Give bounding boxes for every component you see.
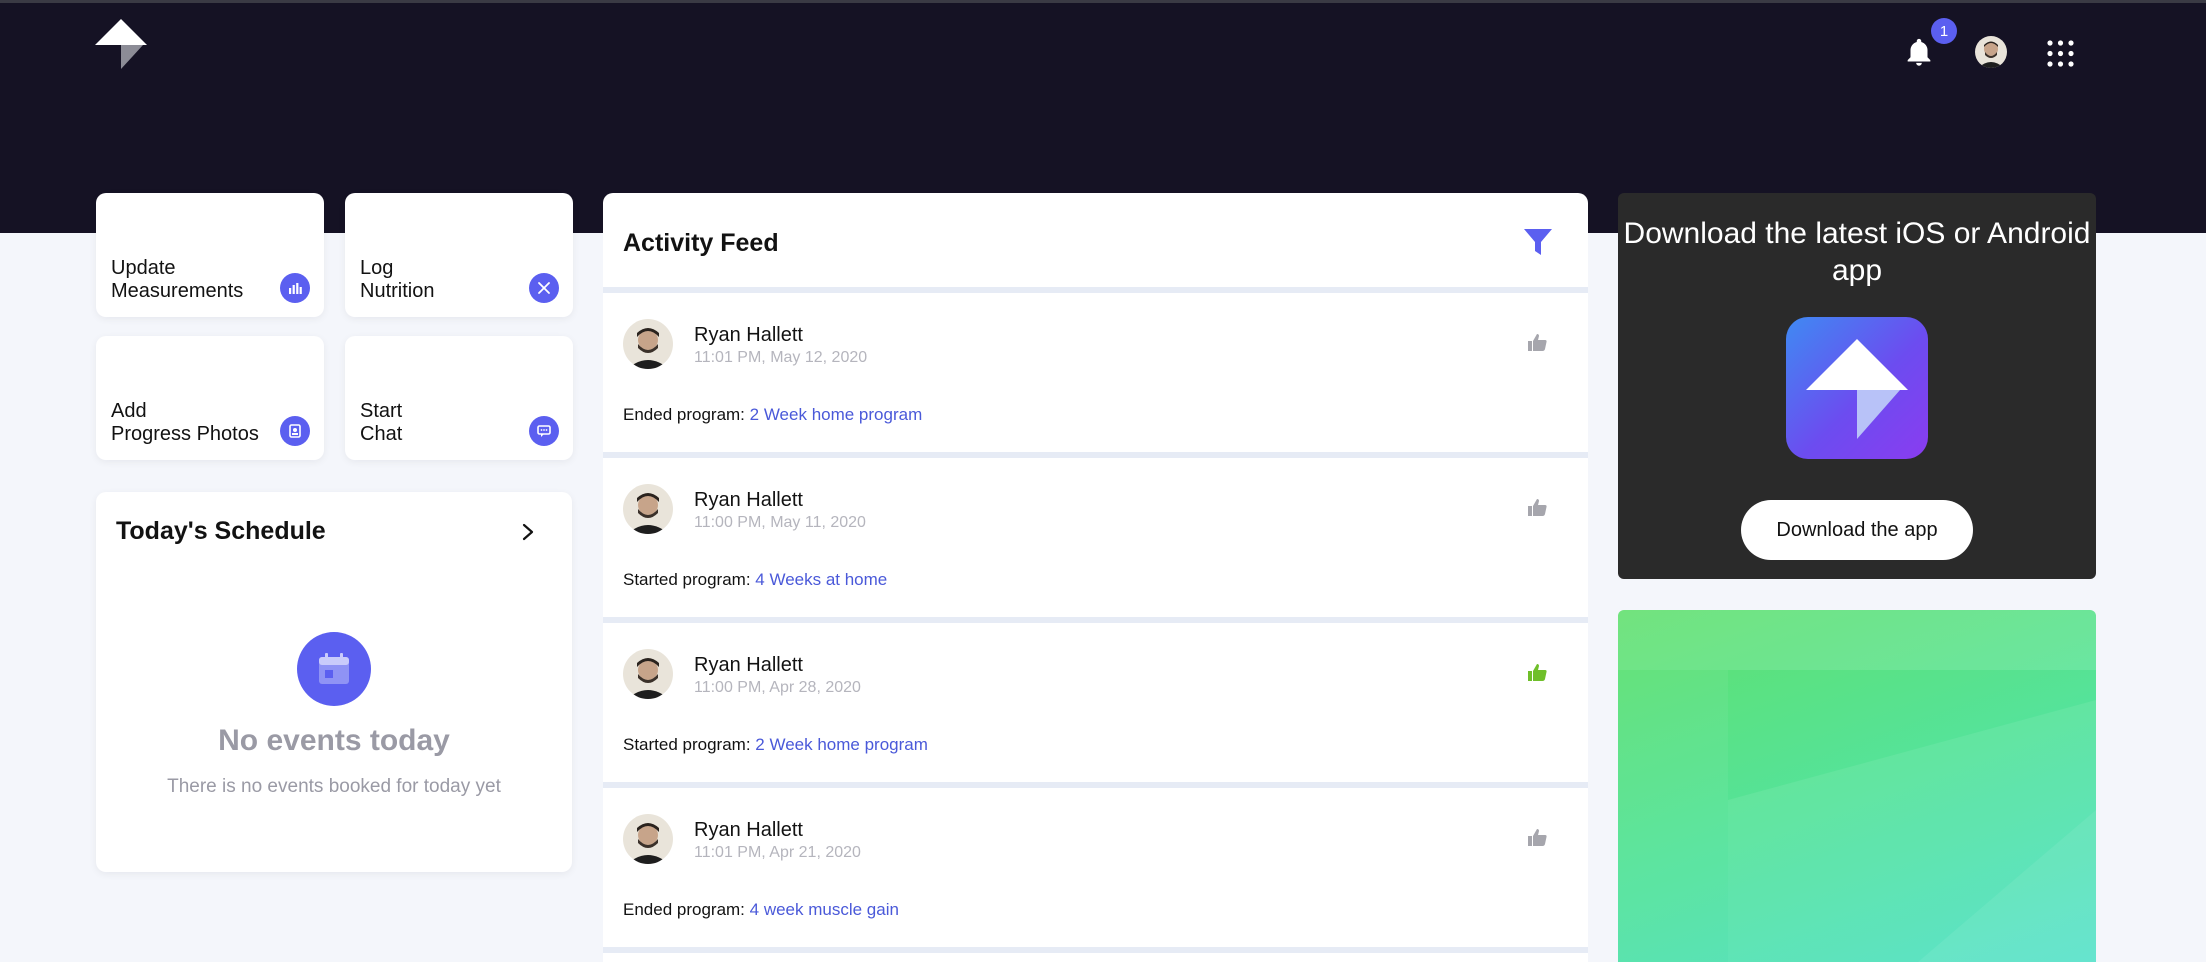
update-measurements-tile[interactable]: Update Measurements xyxy=(96,193,324,317)
thumbs-up-icon[interactable] xyxy=(1526,826,1548,848)
feed-user-name[interactable]: Ryan Hallett xyxy=(694,654,803,677)
calendar-icon xyxy=(297,632,371,706)
feed-header: Activity Feed xyxy=(603,193,1588,293)
avatar[interactable] xyxy=(623,484,673,534)
avatar[interactable] xyxy=(623,814,673,864)
tile-label: Add Progress Photos xyxy=(111,400,259,445)
tile-label: Start Chat xyxy=(360,400,403,445)
avatar[interactable] xyxy=(623,319,673,369)
bell-icon[interactable] xyxy=(1902,36,1936,70)
thumbs-up-icon[interactable] xyxy=(1526,661,1548,683)
feed-action-text: Ended program: xyxy=(623,900,750,919)
empty-state-subtitle: There is no events booked for today yet xyxy=(167,776,501,797)
feed-action-text: Started program: xyxy=(623,570,756,589)
program-link[interactable]: 4 week muscle gain xyxy=(750,900,899,919)
feed-timestamp: 11:01 PM, Apr 21, 2020 xyxy=(694,844,861,861)
brand-logo-icon[interactable] xyxy=(95,19,147,71)
feed-user-name[interactable]: Ryan Hallett xyxy=(694,819,803,842)
empty-state-title: No events today xyxy=(218,724,450,757)
feed-timestamp: 11:01 PM, May 12, 2020 xyxy=(694,349,868,366)
feed-timestamp: 11:00 PM, Apr 28, 2020 xyxy=(694,679,861,696)
apps-grid-icon[interactable] xyxy=(2047,40,2074,67)
feed-item: Ryan Hallett 11:01 PM, Apr 21, 2020 Ende… xyxy=(603,788,1588,953)
user-avatar[interactable] xyxy=(1975,36,2007,68)
chevron-right-icon[interactable] xyxy=(518,522,538,542)
todays-schedule-card: Today's Schedule No events today There i… xyxy=(96,492,572,872)
feed-item: Ryan Hallett 11:00 PM, Apr 28, 2020 Star… xyxy=(603,623,1588,788)
feed-action: Ended program: 4 week muscle gain xyxy=(623,900,899,920)
photo-icon xyxy=(280,416,310,446)
promo-banner-image xyxy=(1618,610,2096,962)
feed-title: Activity Feed xyxy=(623,229,779,257)
schedule-title: Today's Schedule xyxy=(116,517,326,545)
feed-action-text: Ended program: xyxy=(623,405,750,424)
log-nutrition-tile[interactable]: Log Nutrition xyxy=(345,193,573,317)
feed-timestamp: 11:00 PM, May 11, 2020 xyxy=(694,514,866,531)
tile-label: Update Measurements xyxy=(111,257,244,302)
feed-action: Ended program: 2 Week home program xyxy=(623,405,922,425)
thumbs-up-icon[interactable] xyxy=(1526,496,1548,518)
utensils-icon xyxy=(529,273,559,303)
download-app-button[interactable]: Download the app xyxy=(1741,500,1973,560)
program-link[interactable]: 2 Week home program xyxy=(750,405,923,424)
notification-badge[interactable]: 1 xyxy=(1931,18,1957,44)
feed-item: Ryan Hallett 11:01 PM, May 12, 2020 Ende… xyxy=(603,293,1588,458)
feed-action: Started program: 2 Week home program xyxy=(623,735,928,755)
promo-title: Download the latest iOS or Android app xyxy=(1623,217,2091,287)
activity-feed: Activity Feed Ryan Hallett 11:01 PM, May… xyxy=(603,193,1588,962)
bar-chart-icon xyxy=(280,273,310,303)
add-progress-photos-tile[interactable]: Add Progress Photos xyxy=(96,336,324,460)
feed-user-name[interactable]: Ryan Hallett xyxy=(694,489,803,512)
feed-item: Ryan Hallett 11:00 PM, May 11, 2020 Star… xyxy=(603,458,1588,623)
feed-action-text: Started program: xyxy=(623,735,756,754)
app-download-promo: Download the latest iOS or Android app D… xyxy=(1618,193,2096,579)
avatar[interactable] xyxy=(623,649,673,699)
tile-label: Log Nutrition xyxy=(360,257,435,302)
filter-icon[interactable] xyxy=(1521,225,1555,259)
start-chat-tile[interactable]: Start Chat xyxy=(345,336,573,460)
thumbs-up-icon[interactable] xyxy=(1526,331,1548,353)
feed-user-name[interactable]: Ryan Hallett xyxy=(694,324,803,347)
program-link[interactable]: 4 Weeks at home xyxy=(755,570,887,589)
app-logo-icon xyxy=(1786,317,1928,459)
program-link[interactable]: 2 Week home program xyxy=(755,735,928,754)
feed-action: Started program: 4 Weeks at home xyxy=(623,570,887,590)
chat-icon xyxy=(529,416,559,446)
